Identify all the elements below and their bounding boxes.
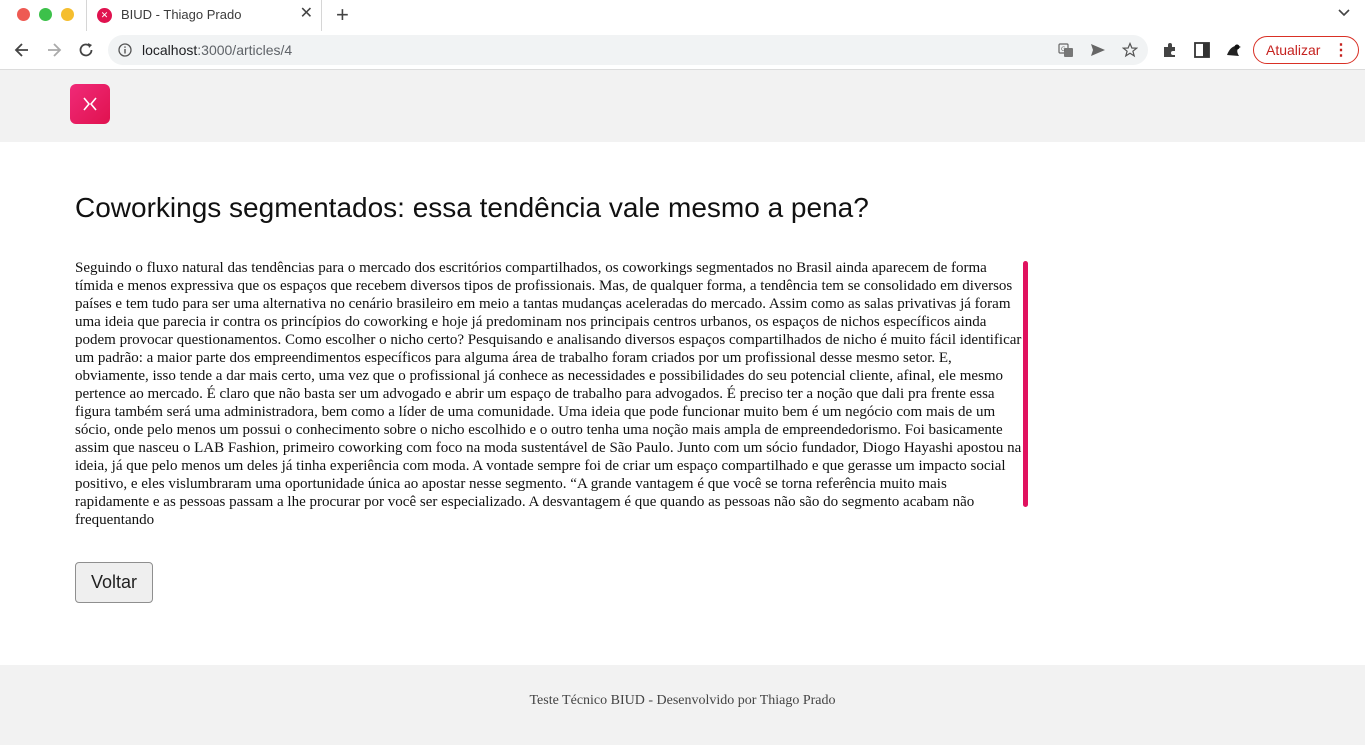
update-browser-button[interactable]: Atualizar ⋮ (1253, 36, 1359, 64)
browser-tab-active[interactable]: ✕ BIUD - Thiago Prado ✕ (86, 0, 322, 31)
article-scroll-container[interactable]: Seguindo o fluxo natural das tendências … (75, 259, 1030, 527)
biud-logo-icon (83, 97, 97, 111)
bookmark-star-icon[interactable] (1122, 42, 1138, 58)
page: Coworkings segmentados: essa tendência v… (0, 70, 1365, 745)
tab-search-chevron-icon[interactable] (1337, 6, 1351, 20)
svg-text:G: G (1061, 46, 1066, 53)
window-minimize-button[interactable] (39, 8, 52, 21)
browser-toolbar: localhost:3000/articles/4 G Atualizar ⋮ (0, 31, 1365, 70)
back-arrow-icon[interactable] (12, 40, 32, 60)
site-footer: Teste Técnico BIUD - Desenvolvido por Th… (0, 665, 1365, 745)
url-text[interactable]: localhost:3000/articles/4 (142, 42, 292, 58)
biud-logo[interactable] (70, 84, 110, 124)
window-close-button[interactable] (17, 8, 30, 21)
back-button[interactable]: Voltar (75, 562, 153, 603)
send-icon[interactable] (1090, 42, 1106, 58)
site-info-icon[interactable] (118, 43, 132, 57)
side-panel-icon[interactable] (1193, 41, 1211, 59)
article-title: Coworkings segmentados: essa tendência v… (75, 192, 869, 223)
browser-tabstrip: ✕ BIUD - Thiago Prado ✕ + (0, 0, 1365, 31)
new-tab-button[interactable]: + (336, 2, 349, 28)
extensions-puzzle-icon[interactable] (1161, 41, 1179, 59)
tab-close-icon[interactable]: ✕ (300, 5, 313, 23)
reload-icon[interactable] (76, 40, 96, 60)
site-header (0, 70, 1365, 142)
window-maximize-button[interactable] (61, 8, 74, 21)
article-scrollbar-thumb[interactable] (1023, 261, 1028, 507)
forward-arrow-icon[interactable] (44, 40, 64, 60)
profile-avatar-icon[interactable] (1225, 41, 1243, 59)
kebab-menu-icon[interactable]: ⋮ (1333, 40, 1349, 60)
translate-icon[interactable]: G (1058, 42, 1074, 58)
footer-credits: Teste Técnico BIUD - Desenvolvido por Th… (529, 693, 836, 708)
tab-title: BIUD - Thiago Prado (121, 7, 242, 22)
biud-favicon-icon: ✕ (97, 8, 112, 23)
address-bar[interactable]: localhost:3000/articles/4 G (108, 35, 1148, 65)
article-body: Seguindo o fluxo natural das tendências … (75, 260, 1022, 527)
